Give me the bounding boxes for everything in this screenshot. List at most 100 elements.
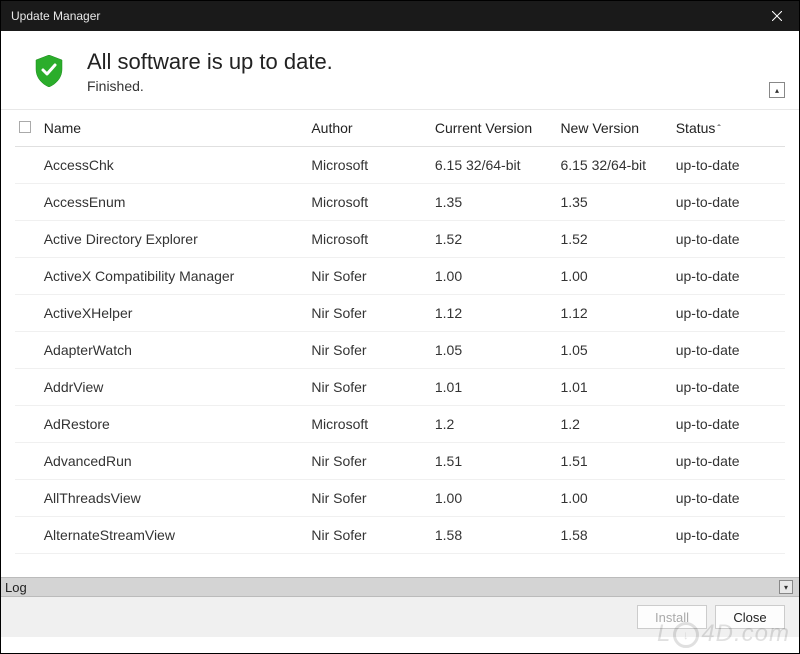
cell-author: Nir Sofer bbox=[307, 295, 431, 332]
table-row[interactable]: AllThreadsViewNir Sofer1.001.00up-to-dat… bbox=[15, 480, 785, 517]
cell-new-version: 1.52 bbox=[556, 221, 671, 258]
cell-author: Nir Sofer bbox=[307, 443, 431, 480]
cell-current-version: 1.05 bbox=[431, 332, 557, 369]
cell-current-version: 6.15 32/64-bit bbox=[431, 147, 557, 184]
cell-author: Nir Sofer bbox=[307, 369, 431, 406]
expand-log-button[interactable]: ▾ bbox=[779, 580, 793, 594]
log-bar[interactable]: Log ▾ bbox=[1, 577, 799, 597]
cell-name: AdRestore bbox=[40, 406, 308, 443]
column-header-name[interactable]: Name bbox=[40, 110, 308, 147]
cell-new-version: 1.2 bbox=[556, 406, 671, 443]
cell-name: AccessEnum bbox=[40, 184, 308, 221]
cell-author: Microsoft bbox=[307, 147, 431, 184]
cell-current-version: 1.58 bbox=[431, 517, 557, 554]
cell-name: Active Directory Explorer bbox=[40, 221, 308, 258]
row-checkbox-cell[interactable] bbox=[15, 480, 40, 517]
close-icon bbox=[772, 11, 782, 21]
cell-status: up-to-date bbox=[672, 369, 785, 406]
shield-check-icon bbox=[35, 55, 63, 90]
cell-current-version: 1.01 bbox=[431, 369, 557, 406]
table-row[interactable]: ActiveX Compatibility ManagerNir Sofer1.… bbox=[15, 258, 785, 295]
table-row[interactable]: ActiveXHelperNir Sofer1.121.12up-to-date bbox=[15, 295, 785, 332]
cell-name: AllThreadsView bbox=[40, 480, 308, 517]
table-row[interactable]: AdapterWatchNir Sofer1.051.05up-to-date bbox=[15, 332, 785, 369]
cell-author: Nir Sofer bbox=[307, 332, 431, 369]
cell-new-version: 1.58 bbox=[556, 517, 671, 554]
row-checkbox-cell[interactable] bbox=[15, 517, 40, 554]
cell-current-version: 1.51 bbox=[431, 443, 557, 480]
column-header-author[interactable]: Author bbox=[307, 110, 431, 147]
cell-current-version: 1.35 bbox=[431, 184, 557, 221]
cell-new-version: 1.51 bbox=[556, 443, 671, 480]
window-close-button[interactable] bbox=[754, 1, 799, 31]
chevron-down-icon: ▾ bbox=[784, 583, 788, 592]
cell-author: Nir Sofer bbox=[307, 480, 431, 517]
software-table: Name Author Current Version New Version … bbox=[15, 110, 785, 554]
status-subheading: Finished. bbox=[87, 78, 333, 94]
header-section: All software is up to date. Finished. ▴ bbox=[1, 31, 799, 109]
cell-current-version: 1.00 bbox=[431, 480, 557, 517]
cell-author: Microsoft bbox=[307, 221, 431, 258]
row-checkbox-cell[interactable] bbox=[15, 369, 40, 406]
cell-status: up-to-date bbox=[672, 406, 785, 443]
cell-author: Nir Sofer bbox=[307, 258, 431, 295]
sort-ascending-icon: ˆ bbox=[717, 124, 720, 135]
table-row[interactable]: AddrViewNir Sofer1.011.01up-to-date bbox=[15, 369, 785, 406]
cell-author: Microsoft bbox=[307, 184, 431, 221]
cell-name: ActiveXHelper bbox=[40, 295, 308, 332]
install-button[interactable]: Install bbox=[637, 605, 707, 629]
cell-status: up-to-date bbox=[672, 258, 785, 295]
cell-status: up-to-date bbox=[672, 221, 785, 258]
log-label: Log bbox=[5, 580, 27, 595]
footer: Install Close bbox=[1, 597, 799, 637]
table-row[interactable]: Active Directory ExplorerMicrosoft1.521.… bbox=[15, 221, 785, 258]
cell-name: AddrView bbox=[40, 369, 308, 406]
column-header-checkbox[interactable] bbox=[15, 110, 40, 147]
cell-name: AdapterWatch bbox=[40, 332, 308, 369]
cell-status: up-to-date bbox=[672, 332, 785, 369]
cell-current-version: 1.2 bbox=[431, 406, 557, 443]
table-row[interactable]: AdvancedRunNir Sofer1.511.51up-to-date bbox=[15, 443, 785, 480]
cell-current-version: 1.12 bbox=[431, 295, 557, 332]
column-header-new-version[interactable]: New Version bbox=[556, 110, 671, 147]
column-header-current-version[interactable]: Current Version bbox=[431, 110, 557, 147]
cell-author: Microsoft bbox=[307, 406, 431, 443]
column-header-status[interactable]: Statusˆ bbox=[672, 110, 785, 147]
cell-new-version: 1.01 bbox=[556, 369, 671, 406]
cell-status: up-to-date bbox=[672, 147, 785, 184]
cell-status: up-to-date bbox=[672, 517, 785, 554]
cell-new-version: 1.05 bbox=[556, 332, 671, 369]
cell-name: AlternateStreamView bbox=[40, 517, 308, 554]
table-row[interactable]: AccessChkMicrosoft6.15 32/64-bit6.15 32/… bbox=[15, 147, 785, 184]
row-checkbox-cell[interactable] bbox=[15, 332, 40, 369]
select-all-checkbox[interactable] bbox=[19, 121, 31, 133]
cell-current-version: 1.00 bbox=[431, 258, 557, 295]
window-title: Update Manager bbox=[11, 9, 100, 23]
cell-new-version: 1.00 bbox=[556, 258, 671, 295]
cell-new-version: 1.00 bbox=[556, 480, 671, 517]
titlebar: Update Manager bbox=[1, 1, 799, 31]
close-button[interactable]: Close bbox=[715, 605, 785, 629]
table-header-row: Name Author Current Version New Version … bbox=[15, 110, 785, 147]
collapse-header-button[interactable]: ▴ bbox=[769, 82, 785, 98]
row-checkbox-cell[interactable] bbox=[15, 147, 40, 184]
table-row[interactable]: AdRestoreMicrosoft1.21.2up-to-date bbox=[15, 406, 785, 443]
table-row[interactable]: AlternateStreamViewNir Sofer1.581.58up-t… bbox=[15, 517, 785, 554]
cell-status: up-to-date bbox=[672, 184, 785, 221]
row-checkbox-cell[interactable] bbox=[15, 406, 40, 443]
cell-new-version: 6.15 32/64-bit bbox=[556, 147, 671, 184]
header-text: All software is up to date. Finished. bbox=[87, 49, 333, 94]
cell-name: AdvancedRun bbox=[40, 443, 308, 480]
cell-author: Nir Sofer bbox=[307, 517, 431, 554]
row-checkbox-cell[interactable] bbox=[15, 443, 40, 480]
cell-new-version: 1.35 bbox=[556, 184, 671, 221]
row-checkbox-cell[interactable] bbox=[15, 295, 40, 332]
table-row[interactable]: AccessEnumMicrosoft1.351.35up-to-date bbox=[15, 184, 785, 221]
cell-current-version: 1.52 bbox=[431, 221, 557, 258]
row-checkbox-cell[interactable] bbox=[15, 221, 40, 258]
cell-status: up-to-date bbox=[672, 295, 785, 332]
row-checkbox-cell[interactable] bbox=[15, 184, 40, 221]
cell-status: up-to-date bbox=[672, 443, 785, 480]
software-table-container[interactable]: Name Author Current Version New Version … bbox=[1, 109, 799, 577]
row-checkbox-cell[interactable] bbox=[15, 258, 40, 295]
